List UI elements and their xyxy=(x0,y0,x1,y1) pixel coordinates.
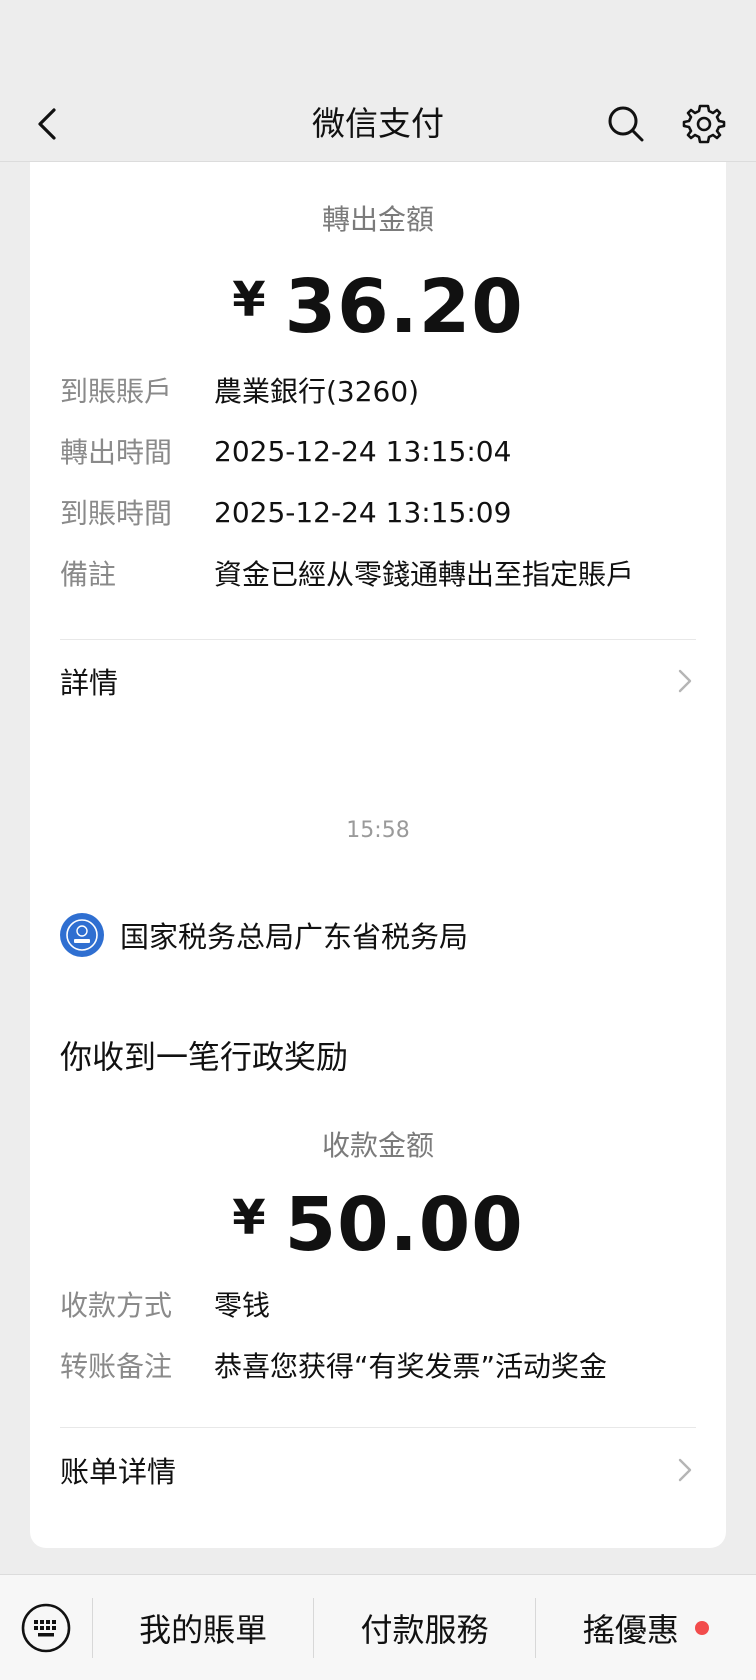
detail-row: 轉出時間 2025-12-24 13:15:04 xyxy=(60,429,696,473)
sender-row[interactable]: 国家税务总局广东省税务局 xyxy=(60,912,468,958)
bill-details-link-label: 账单详情 xyxy=(60,1455,177,1489)
tab-label: 付款服務 xyxy=(360,1610,489,1649)
row-value: 資金已經从零錢通轉出至指定賬戶 xyxy=(214,558,635,591)
settings-button[interactable] xyxy=(680,100,728,148)
message-timestamp: 15:58 xyxy=(346,818,410,843)
card-title: 你收到一笔行政奖励 xyxy=(60,1038,349,1076)
amount-label: 收款金额 xyxy=(321,1129,434,1162)
row-value: 農業銀行(3260) xyxy=(214,375,420,408)
message-list[interactable]: 零錢通轉出到賬 轉出金額 ¥36.20 到賬賬戶 農業銀行(3260) 轉出時間… xyxy=(0,162,756,1574)
transfer-out-card[interactable]: 零錢通轉出到賬 轉出金額 ¥36.20 到賬賬戶 農業銀行(3260) 轉出時間… xyxy=(30,162,726,920)
detail-row: 到賬賬戶 農業銀行(3260) xyxy=(60,368,696,412)
row-label: 轉出時間 xyxy=(60,436,173,469)
tab-label: 搖優惠 xyxy=(582,1610,679,1649)
tax-bureau-logo-icon xyxy=(60,913,104,957)
tab-label: 我的賬單 xyxy=(139,1610,268,1649)
detail-row: 備註 資金已經从零錢通轉出至指定賬戶 xyxy=(60,551,696,595)
gear-icon xyxy=(682,104,726,144)
amount-label: 轉出金額 xyxy=(321,203,434,236)
row-value: 2025-12-24 13:15:04 xyxy=(214,434,512,468)
details-link-label: 詳情 xyxy=(60,666,119,700)
keyboard-toggle-button[interactable] xyxy=(0,1575,92,1680)
bottom-menu-bar: 我的賬單 付款服務 搖優惠 xyxy=(0,1574,756,1680)
chevron-right-icon xyxy=(678,1458,692,1482)
back-button[interactable] xyxy=(28,100,68,148)
chevron-left-icon xyxy=(38,108,56,140)
detail-row: 到賬時間 2025-12-24 13:15:09 xyxy=(60,490,696,534)
row-label: 转账备注 xyxy=(60,1350,173,1383)
currency-symbol: ¥ xyxy=(232,1190,267,1246)
row-value: 2025-12-24 13:15:09 xyxy=(214,495,512,529)
tab-payment-services[interactable]: 付款服務 xyxy=(314,1575,534,1680)
divider xyxy=(60,639,696,640)
notification-dot xyxy=(694,1620,709,1635)
detail-row: 转账备注 恭喜您获得“有奖发票”活动奖金 xyxy=(60,1343,696,1387)
search-button[interactable] xyxy=(602,100,650,148)
tab-my-bills[interactable]: 我的賬單 xyxy=(93,1575,313,1680)
card-heading: 零錢通轉出到賬 xyxy=(60,162,270,170)
status-area xyxy=(0,0,756,86)
amount-display: ¥36.20 xyxy=(30,264,726,350)
row-label: 備註 xyxy=(60,558,117,591)
nav-bar: 微信支付 xyxy=(0,86,756,162)
currency-symbol: ¥ xyxy=(232,272,267,328)
row-label: 收款方式 xyxy=(60,1289,173,1322)
amount-value: 50.00 xyxy=(284,1182,524,1268)
amount-display: ¥50.00 xyxy=(30,1182,726,1268)
keyboard-icon xyxy=(21,1603,71,1652)
row-label: 到賬時間 xyxy=(60,497,173,530)
tab-shake-offers[interactable]: 搖優惠 xyxy=(536,1575,756,1680)
row-label: 到賬賬戶 xyxy=(60,375,173,408)
search-icon xyxy=(608,106,644,142)
sender-name: 国家税务总局广东省税务局 xyxy=(120,920,469,954)
details-link[interactable]: 詳情 xyxy=(60,651,696,711)
divider xyxy=(60,1427,696,1428)
amount-value: 36.20 xyxy=(284,264,524,350)
detail-row: 收款方式 零钱 xyxy=(60,1282,696,1326)
row-value: 零钱 xyxy=(214,1289,271,1322)
reward-card[interactable]: 国家税务总局广东省税务局 你收到一笔行政奖励 收款金额 ¥50.00 收款方式 … xyxy=(30,884,726,1548)
row-value: 恭喜您获得“有奖发票”活动奖金 xyxy=(214,1350,608,1383)
bill-details-link[interactable]: 账单详情 xyxy=(60,1440,696,1500)
chevron-right-icon xyxy=(678,669,692,693)
